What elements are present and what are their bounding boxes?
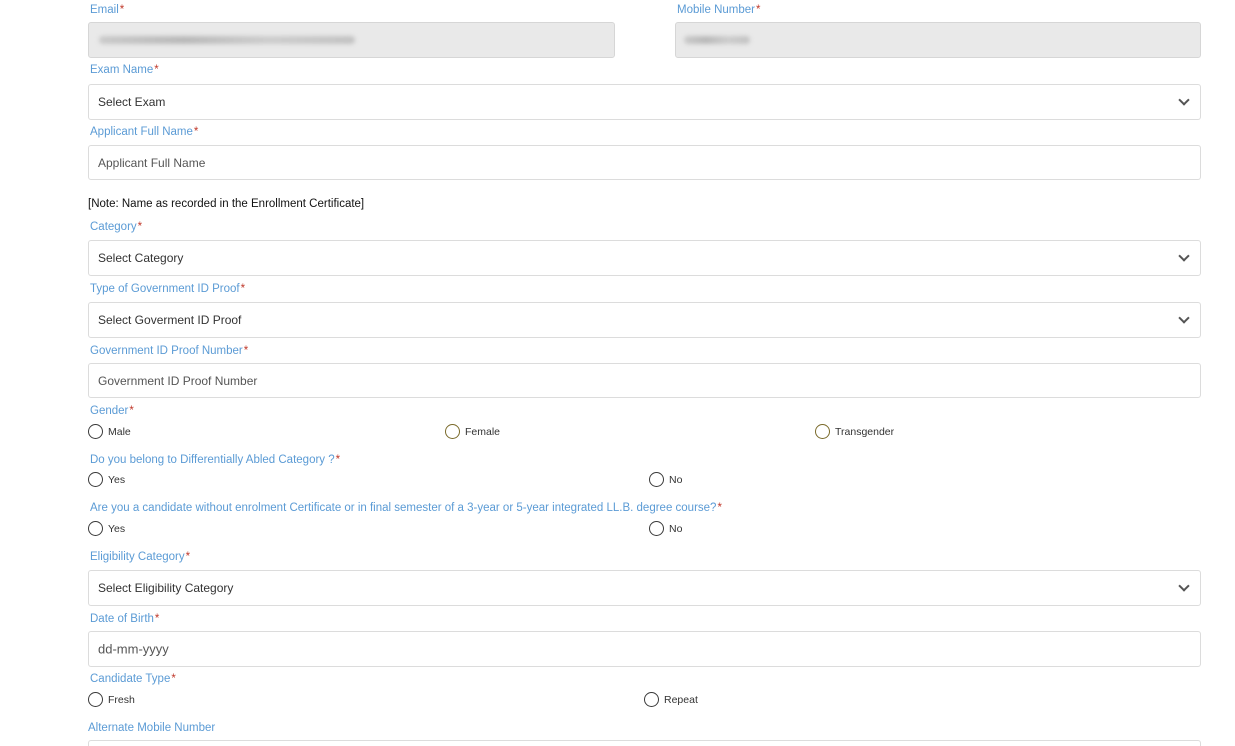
- candidate-type-label: Candidate Type*: [90, 673, 176, 685]
- gender-label: Gender*: [90, 405, 134, 417]
- email-redacted-value: [99, 36, 355, 44]
- candidate-type-radio-repeat[interactable]: Repeat: [644, 692, 698, 707]
- radio-unchecked-icon: [88, 472, 103, 487]
- radio-unchecked-icon: [88, 424, 103, 439]
- radio-unchecked-icon: [815, 424, 830, 439]
- differently-abled-radio-yes[interactable]: Yes: [88, 472, 125, 487]
- applicant-name-input[interactable]: Applicant Full Name: [88, 145, 1201, 180]
- applicant-name-placeholder: Applicant Full Name: [98, 155, 206, 170]
- category-label: Category*: [90, 221, 143, 233]
- eligibility-label: Eligibility Category*: [90, 551, 191, 563]
- gov-id-type-select-value: Select Goverment ID Proof: [98, 313, 242, 327]
- enrollment-note: [Note: Name as recorded in the Enrollmen…: [88, 198, 365, 210]
- chevron-down-icon: [1178, 312, 1190, 324]
- differently-abled-radio-no[interactable]: No: [649, 472, 682, 487]
- radio-unchecked-icon: [445, 424, 460, 439]
- alt-mobile-label: Alternate Mobile Number: [88, 722, 216, 734]
- email-label: Email*: [90, 4, 125, 16]
- gender-radio-female[interactable]: Female: [445, 424, 500, 439]
- gov-id-number-placeholder: Government ID Proof Number: [98, 373, 258, 388]
- chevron-down-icon: [1178, 250, 1190, 262]
- enrolment-question-label: Are you a candidate without enrolment Ce…: [90, 502, 722, 514]
- dob-placeholder: dd-mm-yyyy: [98, 641, 169, 657]
- category-select-value: Select Category: [98, 251, 184, 265]
- dob-label: Date of Birth*: [90, 613, 160, 625]
- exam-label: Exam Name*: [90, 64, 159, 76]
- radio-unchecked-icon: [649, 521, 664, 536]
- gov-id-number-label: Government ID Proof Number*: [90, 345, 249, 357]
- chevron-down-icon: [1178, 94, 1190, 106]
- chevron-down-icon: [1178, 580, 1190, 592]
- eligibility-select[interactable]: Select Eligibility Category: [88, 570, 1201, 606]
- gov-id-number-input[interactable]: Government ID Proof Number: [88, 363, 1201, 398]
- mobile-field: [675, 22, 1201, 58]
- eligibility-select-value: Select Eligibility Category: [98, 581, 234, 595]
- dob-input[interactable]: dd-mm-yyyy: [88, 631, 1201, 667]
- gender-option-label: Female: [465, 425, 501, 438]
- enrolment-radio-no[interactable]: No: [649, 521, 682, 536]
- gender-option-label: Male: [108, 425, 131, 438]
- gov-id-type-select[interactable]: Select Goverment ID Proof: [88, 302, 1201, 338]
- radio-unchecked-icon: [88, 692, 103, 707]
- mobile-label: Mobile Number*: [677, 4, 761, 16]
- gender-option-label: Transgender: [835, 425, 895, 438]
- radio-unchecked-icon: [88, 521, 103, 536]
- radio-unchecked-icon: [644, 692, 659, 707]
- applicant-label: Applicant Full Name*: [90, 126, 199, 138]
- candidate-type-radio-fresh[interactable]: Fresh: [88, 692, 135, 707]
- radio-option-label: No: [669, 473, 683, 486]
- enrolment-radio-yes[interactable]: Yes: [88, 521, 125, 536]
- category-select[interactable]: Select Category: [88, 240, 1201, 276]
- radio-option-label: Fresh: [108, 693, 135, 706]
- radio-option-label: Yes: [108, 473, 126, 486]
- exam-select-value: Select Exam: [98, 95, 166, 109]
- differently-abled-label: Do you belong to Differentially Abled Ca…: [90, 454, 341, 466]
- gender-radio-male[interactable]: Male: [88, 424, 131, 439]
- mobile-redacted-value: [684, 36, 750, 44]
- alt-mobile-input[interactable]: [88, 740, 1201, 746]
- radio-option-label: No: [669, 522, 683, 535]
- radio-option-label: Repeat: [664, 693, 698, 706]
- gender-radio-transgender[interactable]: Transgender: [815, 424, 894, 439]
- radio-unchecked-icon: [649, 472, 664, 487]
- gov-id-type-label: Type of Government ID Proof*: [90, 283, 246, 295]
- email-field: [88, 22, 615, 58]
- radio-option-label: Yes: [108, 522, 126, 535]
- exam-select[interactable]: Select Exam: [88, 84, 1201, 120]
